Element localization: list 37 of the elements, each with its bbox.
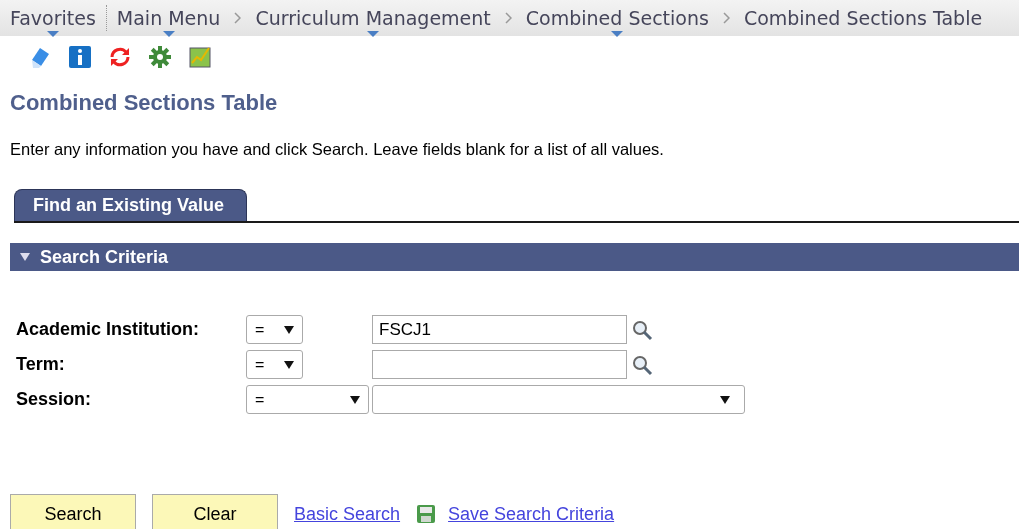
tab[interactable]: Find an Existing Value <box>14 189 248 221</box>
caret-icon <box>284 325 294 334</box>
operator-select[interactable]: = <box>246 315 303 344</box>
breadcrumb-link[interactable]: Combined Sections Table <box>737 7 989 29</box>
caret-icon <box>720 395 730 404</box>
operator-select[interactable]: = <box>246 350 303 379</box>
breadcrumb-link[interactable]: Curriculum Management <box>249 7 497 29</box>
page-title: Combined Sections Table <box>10 90 279 116</box>
action-button[interactable]: Clear <box>152 494 278 529</box>
search-icon[interactable] <box>631 318 653 341</box>
info-icon[interactable] <box>68 45 92 69</box>
collapse-icon[interactable] <box>20 253 30 261</box>
chart-icon[interactable] <box>188 45 212 69</box>
input-field[interactable]: FSCJ1 <box>372 315 627 344</box>
breadcrumb-link[interactable]: Combined Sections <box>519 7 715 29</box>
caret-icon <box>284 360 294 369</box>
breadcrumb-link[interactable]: Favorites <box>4 7 102 29</box>
search-icon[interactable] <box>631 353 653 376</box>
operator-select[interactable]: = <box>246 385 369 414</box>
link[interactable]: Save Search Criteria <box>448 503 615 525</box>
chevron-icon <box>722 12 730 24</box>
field-label: Session: <box>16 389 93 410</box>
chevron-icon <box>234 12 242 24</box>
action-button[interactable]: Search <box>10 494 136 529</box>
dropdown-field[interactable] <box>372 385 745 414</box>
section-header[interactable]: Search Criteria <box>10 243 1019 271</box>
field-label: Academic Institution: <box>16 319 200 340</box>
caret-icon <box>350 395 360 404</box>
refresh-icon[interactable] <box>108 45 132 69</box>
link[interactable]: Basic Search <box>294 503 401 525</box>
breadcrumb-link[interactable]: Main Menu <box>110 7 227 29</box>
save-icon <box>416 504 437 524</box>
instructions-text: Enter any information you have and click Search. Leave fields blank for a list of all values. <box>10 140 665 159</box>
field-label: Term: <box>16 354 66 375</box>
section-title: Search Criteria <box>40 246 169 268</box>
input-field[interactable] <box>372 350 627 379</box>
chevron-icon <box>504 12 512 24</box>
